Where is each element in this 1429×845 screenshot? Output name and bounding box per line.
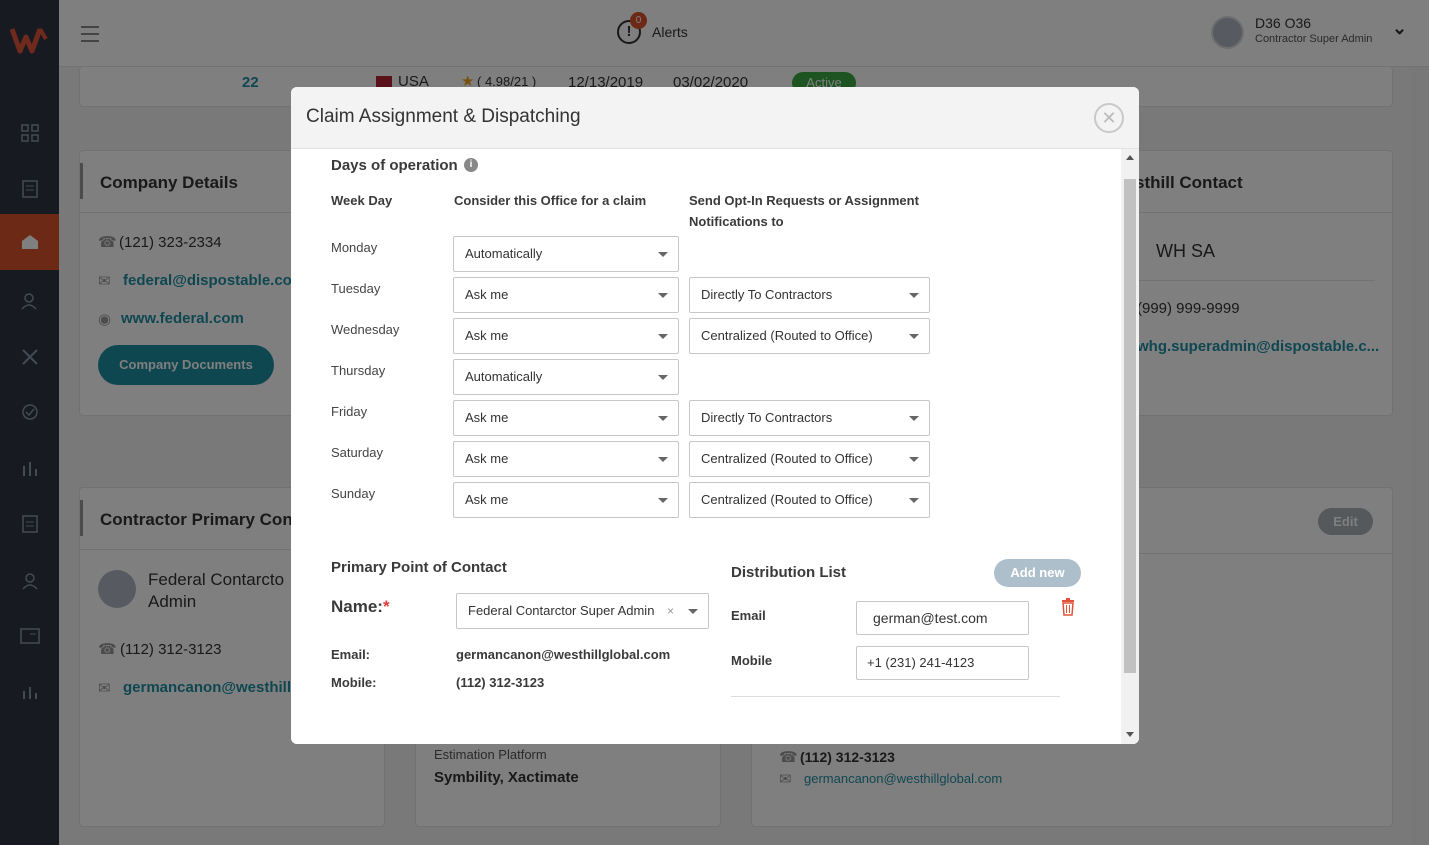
close-icon[interactable]: ✕ — [1094, 103, 1124, 133]
caret-down-icon — [658, 375, 668, 380]
send-select-friday[interactable]: Directly To Contractors — [689, 400, 930, 436]
consider-select-sunday[interactable]: Ask me — [453, 482, 679, 518]
name-label: Name:* — [331, 597, 390, 617]
primary-contact-title: Primary Point of Contact — [331, 559, 507, 576]
day-label: Friday — [331, 404, 368, 419]
caret-down-icon — [909, 293, 919, 298]
distribution-list-title: Distribution List — [731, 564, 846, 581]
primary-contact-name-select[interactable]: Federal Contarctor Super Admin × — [456, 593, 709, 629]
select-value: Automatically — [465, 246, 543, 261]
week-day-header: Week Day — [331, 193, 393, 208]
select-value: Ask me — [465, 451, 509, 466]
consider-select-tuesday[interactable]: Ask me — [453, 277, 679, 313]
caret-down-icon — [909, 457, 919, 462]
days-of-operation-title: Days of operation — [331, 157, 458, 174]
caret-down-icon — [658, 416, 668, 421]
modal-scrollbar[interactable] — [1121, 149, 1139, 744]
send-select-wednesday[interactable]: Centralized (Routed to Office) — [689, 318, 930, 354]
info-icon[interactable]: i — [464, 158, 478, 172]
caret-down-icon — [658, 252, 668, 257]
modal-header: Claim Assignment & Dispatching ✕ — [291, 87, 1139, 149]
select-value: Federal Contarctor Super Admin — [468, 603, 655, 618]
select-value: Directly To Contractors — [701, 410, 833, 425]
distribution-mobile-label: Mobile — [731, 653, 773, 668]
day-label: Monday — [331, 240, 378, 255]
send-select-saturday[interactable]: Centralized (Routed to Office) — [689, 441, 930, 477]
scroll-down-icon[interactable] — [1126, 732, 1134, 737]
caret-down-icon — [909, 498, 919, 503]
distribution-mobile-input[interactable]: +1 (231) 241-4123 — [856, 646, 1029, 680]
caret-down-icon — [658, 457, 668, 462]
day-label: Sunday — [331, 486, 376, 501]
divider — [731, 696, 1060, 697]
select-value: Centralized (Routed to Office) — [701, 451, 873, 466]
select-value: Ask me — [465, 410, 509, 425]
scrollbar-thumb[interactable] — [1124, 179, 1136, 673]
select-value: Ask me — [465, 287, 509, 302]
consider-header: Consider this Office for a claim — [454, 193, 647, 208]
modal-title: Claim Assignment & Dispatching — [306, 106, 581, 127]
consider-select-friday[interactable]: Ask me — [453, 400, 679, 436]
select-value: Ask me — [465, 328, 509, 343]
caret-down-icon — [658, 498, 668, 503]
trash-icon[interactable] — [1061, 598, 1075, 616]
day-label: Tuesday — [331, 281, 381, 296]
send-header-line2: Notifications to — [689, 214, 784, 229]
caret-down-icon — [909, 416, 919, 421]
send-select-sunday[interactable]: Centralized (Routed to Office) — [689, 482, 930, 518]
caret-down-icon — [658, 293, 668, 298]
consider-select-saturday[interactable]: Ask me — [453, 441, 679, 477]
send-select-tuesday[interactable]: Directly To Contractors — [689, 277, 930, 313]
distribution-email-input[interactable]: german@test.com — [856, 601, 1029, 635]
caret-down-icon — [658, 334, 668, 339]
required-asterisk: * — [382, 597, 390, 616]
scroll-up-icon[interactable] — [1126, 155, 1134, 160]
caret-down-icon — [909, 334, 919, 339]
select-value: Directly To Contractors — [701, 287, 833, 302]
day-label: Thursday — [331, 363, 386, 378]
consider-select-wednesday[interactable]: Ask me — [453, 318, 679, 354]
primary-contact-email: germancanon@westhillglobal.com — [456, 647, 671, 662]
day-label: Wednesday — [331, 322, 400, 337]
email-label: Email: — [331, 647, 371, 662]
add-new-button[interactable]: Add new — [994, 559, 1081, 587]
select-value: Centralized (Routed to Office) — [701, 328, 873, 343]
consider-select-thursday[interactable]: Automatically — [453, 359, 679, 395]
select-value: Centralized (Routed to Office) — [701, 492, 873, 507]
mobile-label: Mobile: — [331, 675, 377, 690]
name-label-text: Name: — [331, 597, 383, 616]
caret-down-icon — [688, 609, 698, 614]
distribution-email-label: Email — [731, 608, 766, 623]
primary-contact-mobile: (112) 312-3123 — [456, 675, 545, 690]
consider-select-monday[interactable]: Automatically — [453, 236, 679, 272]
clear-icon[interactable]: × — [667, 594, 674, 628]
select-value: Automatically — [465, 369, 543, 384]
send-header-line1: Send Opt-In Requests or Assignment — [689, 193, 919, 208]
claim-assignment-modal: Claim Assignment & Dispatching ✕ Days of… — [291, 87, 1139, 744]
day-label: Saturday — [331, 445, 384, 460]
select-value: Ask me — [465, 492, 509, 507]
